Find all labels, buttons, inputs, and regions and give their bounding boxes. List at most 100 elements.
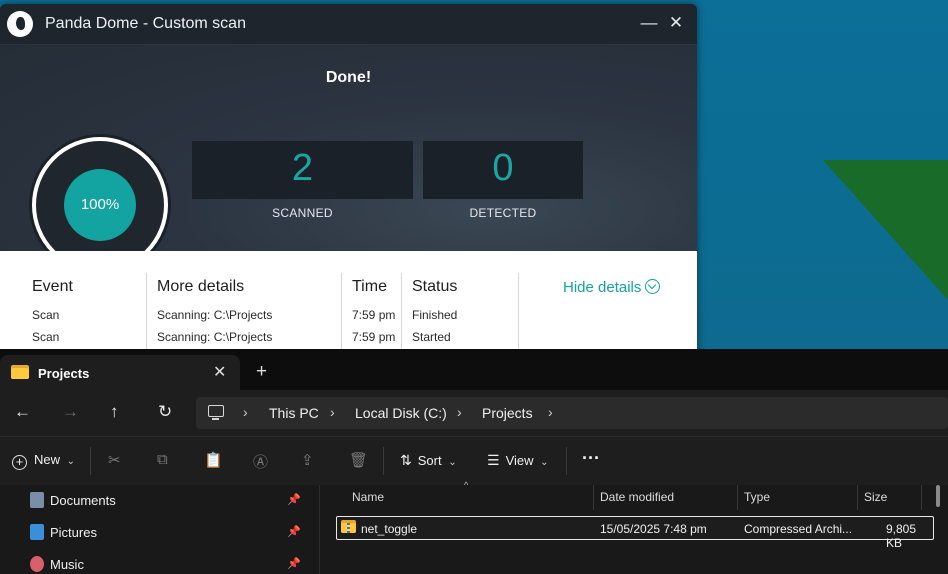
breadcrumb-projects[interactable]: Projects <box>482 405 533 421</box>
scan-summary-panel: Done! 100% 2 0 SCANNED DETECTED <box>0 45 697 273</box>
panda-logo-icon <box>7 11 33 37</box>
breadcrumb-this-pc[interactable]: This PC <box>269 405 319 421</box>
sidebar-item-music[interactable]: Music 📌 <box>0 549 318 574</box>
column-divider <box>518 273 519 353</box>
column-divider <box>341 273 342 353</box>
new-button[interactable]: + New ⌄ <box>12 452 75 470</box>
breadcrumb-separator-icon[interactable]: › <box>330 404 335 420</box>
desktop-wallpaper-shape <box>823 160 948 300</box>
sidebar-item-pictures[interactable]: Pictures 📌 <box>0 517 318 547</box>
file-explorer-window: Projects ✕ + ← → ↑ ↻ › This PC › Local D… <box>0 349 948 574</box>
file-list: ^ Name Date modified Type Size net_toggl… <box>321 480 948 574</box>
sort-ascending-icon: ^ <box>464 480 469 490</box>
breadcrumb-separator-icon[interactable]: › <box>457 404 462 420</box>
row-details: Scanning: C:\Projects <box>157 330 273 344</box>
chevron-down-icon: ⌄ <box>66 456 76 467</box>
close-button[interactable]: ✕ <box>665 12 687 34</box>
documents-icon <box>30 492 44 508</box>
file-row[interactable]: net_toggle 15/05/2025 7:48 pm Compressed… <box>336 516 934 550</box>
more-options-button[interactable]: ··· <box>582 448 600 469</box>
column-divider[interactable] <box>737 485 738 510</box>
scan-status-title: Done! <box>325 69 372 86</box>
navigation-pane: Documents 📌 Pictures 📌 Music 📌 <box>0 485 320 574</box>
music-icon <box>30 556 44 572</box>
command-bar: + New ⌄ ✂ ⧉ 📋 Ⓐ ⇪ 🗑 ⇅ Sort ⌄ ☰ View ⌄ ··· <box>0 436 948 485</box>
row-event: Scan <box>32 330 60 344</box>
tab-projects[interactable]: Projects ✕ <box>0 355 240 390</box>
sort-icon: ⇅ <box>400 452 412 468</box>
chevron-down-icon: ⌄ <box>540 457 549 468</box>
delete-icon[interactable]: 🗑 <box>349 451 368 469</box>
forward-button[interactable]: → <box>62 402 79 422</box>
up-button[interactable]: ↑ <box>110 402 119 422</box>
tab-title: Projects <box>38 366 90 381</box>
column-header-size[interactable]: Size <box>864 490 887 504</box>
column-header-event: Event <box>32 278 73 295</box>
tab-close-button[interactable]: ✕ <box>213 362 226 382</box>
view-button[interactable]: ☰ View ⌄ <box>487 452 549 469</box>
scanned-count-box: 2 <box>192 141 413 199</box>
column-header-name[interactable]: Name <box>352 490 384 504</box>
file-date-modified: 15/05/2025 7:48 pm <box>600 522 707 536</box>
plus-icon: + <box>12 455 27 470</box>
pin-icon[interactable]: 📌 <box>287 525 301 538</box>
column-header-date-modified[interactable]: Date modified <box>600 490 674 504</box>
row-event: Scan <box>32 308 60 322</box>
toolbar-divider <box>566 447 567 475</box>
sort-button[interactable]: ⇅ Sort ⌄ <box>400 452 457 469</box>
new-tab-button[interactable]: + <box>256 362 267 381</box>
address-bar[interactable]: › This PC › Local Disk (C:) › Projects › <box>196 397 948 429</box>
new-label: New <box>34 452 61 467</box>
scrollbar-thumb[interactable] <box>936 485 940 507</box>
column-header-type[interactable]: Type <box>744 490 770 504</box>
share-icon[interactable]: ⇪ <box>301 451 314 469</box>
sidebar-item-label: Music <box>50 557 84 572</box>
breadcrumb-separator-icon[interactable]: › <box>548 404 553 420</box>
scan-details-table: Event More details Time Status Scan Scan… <box>0 251 697 354</box>
zip-folder-icon <box>341 520 356 533</box>
scanned-label: SCANNED <box>272 206 333 220</box>
back-button[interactable]: ← <box>14 402 31 422</box>
file-type: Compressed Archi... <box>744 522 853 536</box>
refresh-button[interactable]: ↻ <box>158 402 172 422</box>
hide-details-label: Hide details <box>563 279 642 296</box>
row-details: Scanning: C:\Projects <box>157 308 273 322</box>
column-divider[interactable] <box>857 485 858 510</box>
sidebar-item-label: Pictures <box>50 525 97 540</box>
explorer-content: Documents 📌 Pictures 📌 Music 📌 ^ Name Da… <box>0 480 948 574</box>
column-divider[interactable] <box>921 485 922 510</box>
column-header-status: Status <box>412 278 458 295</box>
copy-icon[interactable]: ⧉ <box>157 451 168 468</box>
minimize-button[interactable]: — <box>638 12 660 34</box>
explorer-tab-bar: Projects ✕ + <box>0 349 948 390</box>
hide-details-link[interactable]: Hide details <box>563 279 661 296</box>
file-size: 9,805 KB <box>886 522 917 550</box>
detected-label: DETECTED <box>469 206 537 220</box>
folder-icon <box>11 365 29 379</box>
breadcrumb-separator-icon[interactable]: › <box>243 404 248 420</box>
cut-icon[interactable]: ✂ <box>108 451 121 469</box>
row-status: Started <box>412 330 451 344</box>
pin-icon[interactable]: 📌 <box>287 493 301 506</box>
chevron-down-icon: ⌄ <box>448 457 457 468</box>
column-header-time: Time <box>352 278 387 295</box>
navigation-bar: ← → ↑ ↻ › This PC › Local Disk (C:) › Pr… <box>0 390 948 436</box>
row-time: 7:59 pm <box>352 330 396 344</box>
file-name: net_toggle <box>361 522 418 536</box>
detected-count: 0 <box>492 147 514 189</box>
rename-icon[interactable]: Ⓐ <box>253 451 268 472</box>
row-status: Finished <box>412 308 458 322</box>
column-header-details: More details <box>157 278 245 295</box>
this-pc-icon <box>208 405 224 420</box>
column-divider <box>401 273 402 353</box>
sidebar-item-documents[interactable]: Documents 📌 <box>0 485 318 515</box>
breadcrumb-local-disk[interactable]: Local Disk (C:) <box>355 405 447 421</box>
panda-dome-window: Panda Dome - Custom scan — ✕ Done! 100% … <box>0 4 697 354</box>
row-time: 7:59 pm <box>352 308 396 322</box>
progress-percentage: 100% <box>64 169 136 241</box>
paste-icon[interactable]: 📋 <box>204 451 223 469</box>
column-divider[interactable] <box>593 485 594 510</box>
pin-icon[interactable]: 📌 <box>287 557 301 570</box>
panda-titlebar: Panda Dome - Custom scan — ✕ <box>0 4 697 45</box>
pictures-icon <box>30 524 44 540</box>
